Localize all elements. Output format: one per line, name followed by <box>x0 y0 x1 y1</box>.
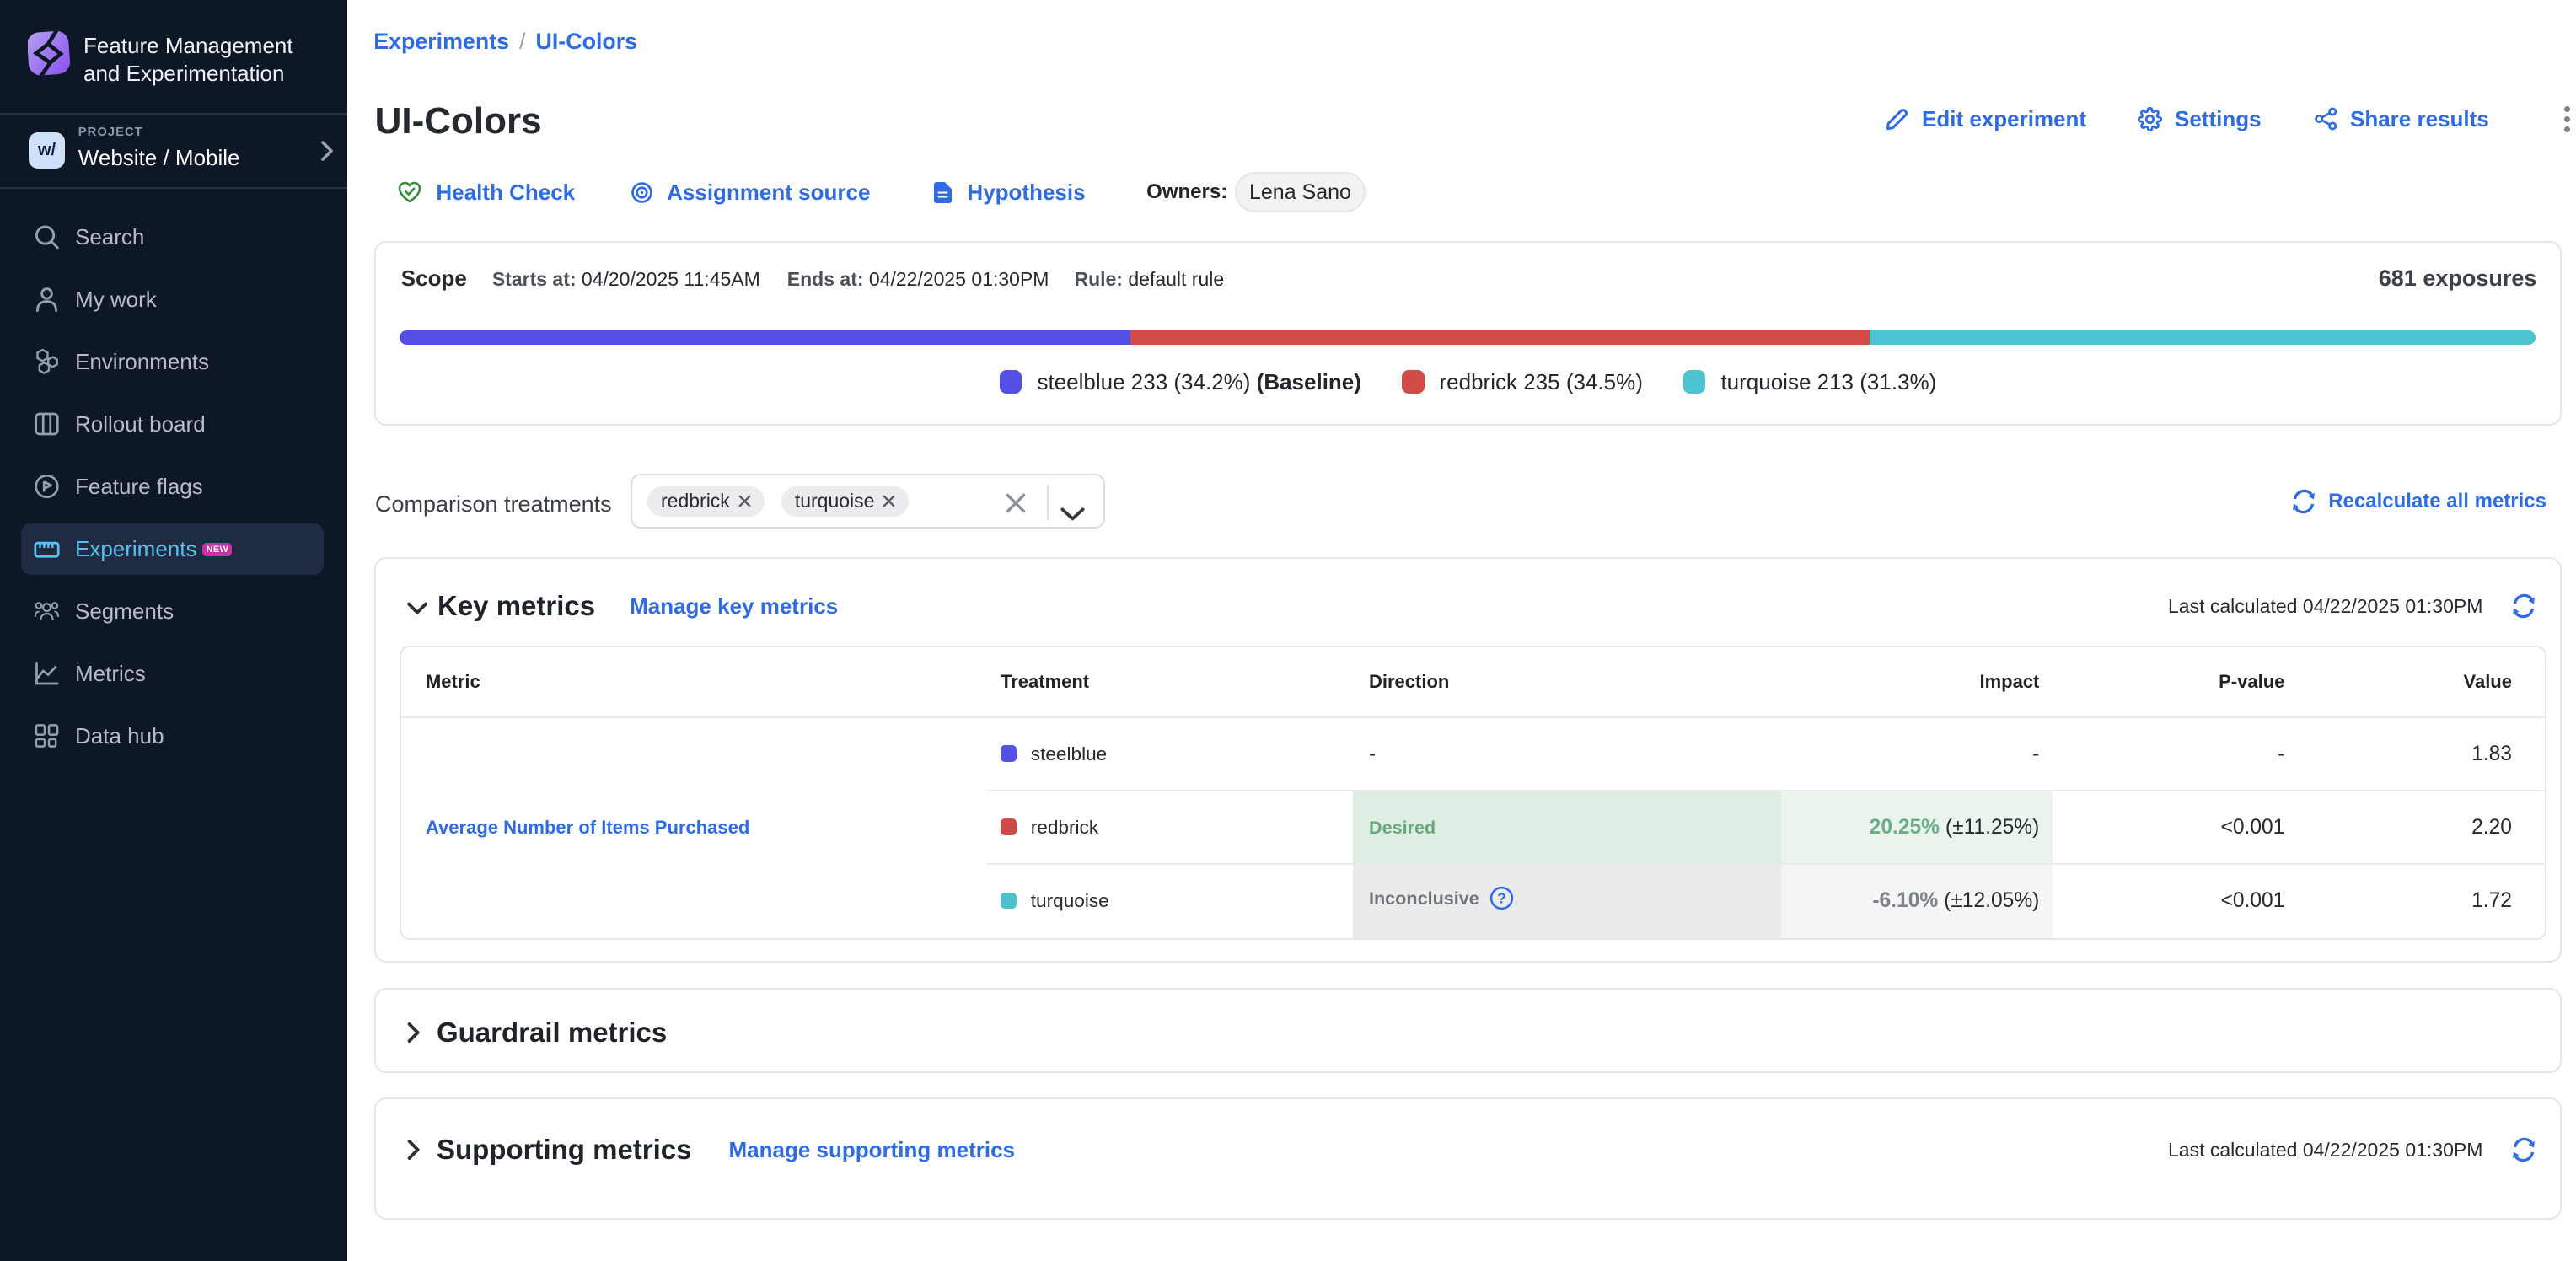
svg-text:?: ? <box>1497 890 1506 907</box>
